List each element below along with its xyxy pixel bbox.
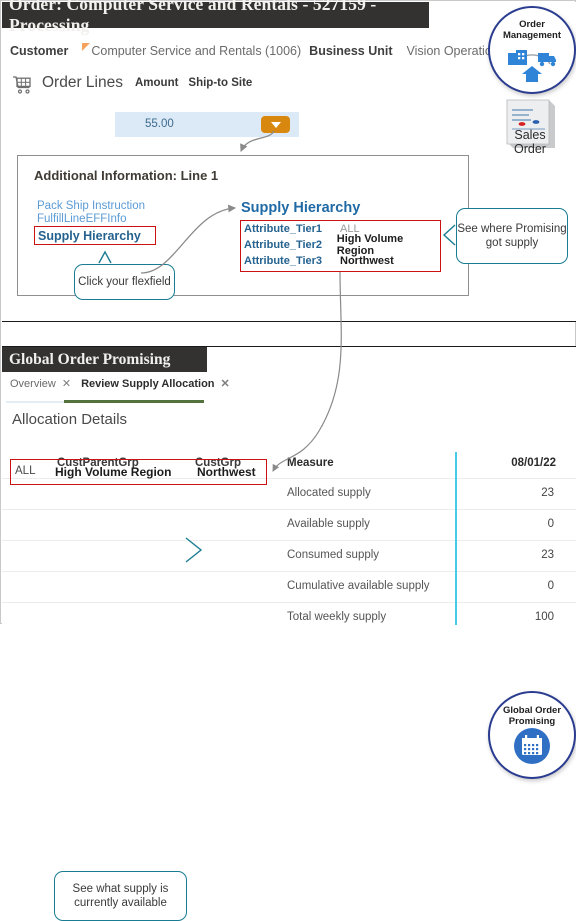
additional-information-title: Additional Information: Line 1 <box>34 168 219 183</box>
global-order-promising-panel: Global Order Promising Overview ✕ Review… <box>2 346 576 921</box>
table-row[interactable]: Consumed supply 23 <box>2 540 576 571</box>
order-lines-title: Order Lines <box>42 74 123 91</box>
callout-see-where-promising-got-supply: See where Promising got supply <box>456 208 568 264</box>
global-order-promising-badge: Global Order Promising <box>488 691 576 779</box>
order-nav-row: Customer Computer Service and Rentals (1… <box>10 43 505 58</box>
table-column-divider <box>455 452 457 625</box>
measure-value: 100 <box>534 611 554 623</box>
amount-field-cell[interactable]: 55.00 <box>115 112 299 137</box>
order-management-badge-label: Order Management <box>502 19 562 41</box>
column-header-date: 08/01/22 <box>511 457 556 469</box>
tab-review-supply-allocation-label: Review Supply Allocation <box>81 377 215 390</box>
order-management-badge: Order Management <box>488 6 576 94</box>
group-cust-grp-value: Northwest <box>197 465 256 479</box>
allocation-details-title: Allocation Details <box>12 411 128 428</box>
flag-icon <box>82 43 91 51</box>
supply-hierarchy-row: Attribute_Tier2 High Volume Region <box>241 233 440 257</box>
measure-value: 23 <box>541 549 554 561</box>
callout-click-your-flexfield: Click your flexfield <box>74 264 175 300</box>
supply-hierarchy-attributes-box: Attribute_Tier1 ALL Attribute_Tier2 High… <box>240 220 441 272</box>
flexfield-link-fulfill-line-eff-info[interactable]: FulfillLineEFFInfo <box>37 213 126 225</box>
tab-underline-active <box>64 400 204 403</box>
sales-order-document-icon: Sales Order <box>499 98 561 164</box>
callout-see-what-supply-is-currently-available-text: See what supply is currently available <box>72 882 169 909</box>
flexfield-link-supply-hierarchy-label: Supply Hierarchy <box>38 228 141 243</box>
attribute-tier2-value: High Volume Region <box>336 233 404 257</box>
table-row[interactable]: Total weekly supply 100 <box>2 602 576 633</box>
amount-value: 55.00 <box>145 118 174 130</box>
chevron-down-icon[interactable] <box>261 116 290 133</box>
tab-review-supply-allocation[interactable]: Review Supply Allocation ✕ <box>79 377 238 395</box>
column-header-measure: Measure <box>287 457 334 469</box>
measure-label: Total weekly supply <box>287 611 387 623</box>
screenshot-root: Order: Computer Service and Rentals - 52… <box>0 0 576 921</box>
table-row[interactable]: Cumulative available supply 0 <box>2 571 576 602</box>
callout-see-what-supply-is-currently-available: See what supply is currently available <box>54 871 187 921</box>
flexfield-link-pack-ship-instruction[interactable]: Pack Ship Instruction <box>37 200 145 212</box>
supply-hierarchy-heading: Supply Hierarchy <box>241 200 361 216</box>
order-lines-row: Order Lines Amount Ship-to Site <box>12 72 262 94</box>
shopping-cart-icon <box>12 74 34 96</box>
measure-label: Available supply <box>287 518 370 530</box>
flexfield-link-supply-hierarchy[interactable]: Supply Hierarchy <box>34 226 156 245</box>
attribute-tier3-value: Northwest <box>340 255 394 267</box>
attribute-tier1-label: Attribute_Tier1 <box>244 223 323 235</box>
global-order-promising-badge-label: Global Order Promising <box>502 705 562 727</box>
measure-label: Allocated supply <box>287 487 371 499</box>
order-management-panel: Order: Computer Service and Rentals - 52… <box>2 0 576 322</box>
customer-label: Customer <box>10 44 69 58</box>
measure-label: Consumed supply <box>287 549 380 561</box>
table-row[interactable]: Available supply 0 <box>2 509 576 540</box>
callout-see-where-promising-got-supply-text: See where Promising got supply <box>457 222 567 249</box>
tab-overview-label: Overview <box>10 377 56 390</box>
group-cust-parent-grp-value: High Volume Region <box>55 465 172 479</box>
measure-value: 0 <box>547 518 554 530</box>
gop-tabstrip: Overview ✕ Review Supply Allocation ✕ <box>8 377 238 395</box>
callout-click-your-flexfield-text: Click your flexfield <box>78 275 171 288</box>
column-header-ship-to-site[interactable]: Ship-to Site <box>188 77 252 89</box>
close-icon[interactable]: ✕ <box>62 377 71 390</box>
sales-order-label: Sales Order <box>514 128 546 156</box>
business-unit-label: Business Unit <box>309 44 393 58</box>
attribute-tier3-label: Attribute_Tier3 <box>244 255 323 267</box>
measure-value: 23 <box>541 487 554 499</box>
measure-label: Cumulative available supply <box>287 580 430 592</box>
column-header-amount[interactable]: Amount <box>135 77 178 89</box>
measure-value: 0 <box>547 580 554 592</box>
attribute-tier2-label: Attribute_Tier2 <box>244 239 323 251</box>
close-icon[interactable]: ✕ <box>221 377 230 390</box>
tab-underline-inactive <box>6 401 64 403</box>
group-all-label: ALL <box>15 465 36 477</box>
order-page-title: Order: Computer Service and Rentals - 52… <box>2 0 429 35</box>
customer-group-row-highlight: ALL High Volume Region Northwest <box>10 459 267 485</box>
customer-value[interactable]: Computer Service and Rentals (1006) <box>91 44 301 58</box>
gop-page-title: Global Order Promising <box>2 347 207 372</box>
tab-overview[interactable]: Overview ✕ <box>8 377 79 395</box>
